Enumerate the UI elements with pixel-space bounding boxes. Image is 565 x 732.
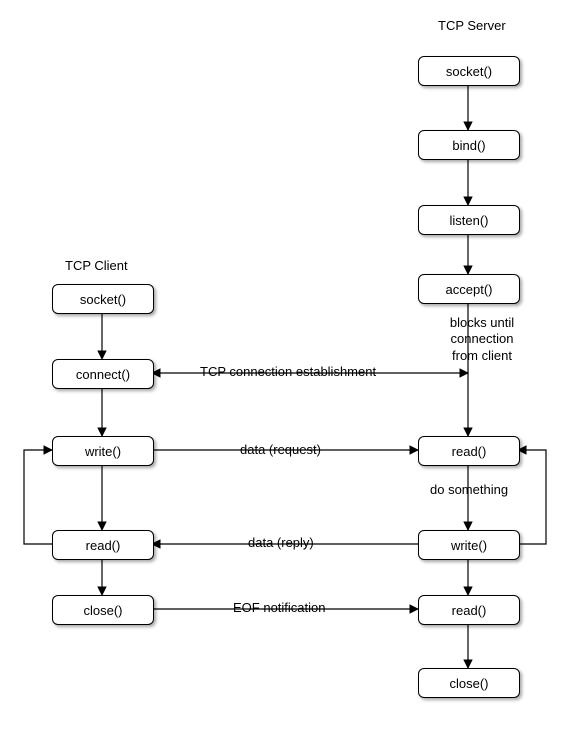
node-label: listen()	[449, 213, 488, 228]
node-s-read1: read()	[418, 436, 520, 466]
node-label: close()	[83, 603, 122, 618]
node-s-accept: accept()	[418, 274, 520, 304]
node-label: connect()	[76, 367, 130, 382]
server-heading: TCP Server	[438, 18, 506, 33]
node-c-write: write()	[52, 436, 154, 466]
node-c-read: read()	[52, 530, 154, 560]
node-label: read()	[86, 538, 121, 553]
node-s-close: close()	[418, 668, 520, 698]
label-request: data (request)	[240, 442, 321, 457]
label-do-something: do something	[430, 482, 508, 497]
node-label: read()	[452, 603, 487, 618]
label-blocks: blocks untilconnectionfrom client	[437, 315, 527, 364]
node-label: socket()	[446, 64, 492, 79]
node-c-socket: socket()	[52, 284, 154, 314]
node-s-socket: socket()	[418, 56, 520, 86]
node-c-close: close()	[52, 595, 154, 625]
node-s-read2: read()	[418, 595, 520, 625]
node-label: write()	[451, 538, 487, 553]
node-label: write()	[85, 444, 121, 459]
node-s-bind: bind()	[418, 130, 520, 160]
node-c-connect: connect()	[52, 359, 154, 389]
node-label: socket()	[80, 292, 126, 307]
client-heading: TCP Client	[65, 258, 128, 273]
label-establish: TCP connection establishment	[200, 364, 376, 379]
label-eof: EOF notification	[233, 600, 326, 615]
label-reply: data (reply)	[248, 535, 314, 550]
node-s-write: write()	[418, 530, 520, 560]
node-s-listen: listen()	[418, 205, 520, 235]
node-label: close()	[449, 676, 488, 691]
flowchart: TCP Client TCP Server socket() connect()…	[0, 0, 565, 732]
node-label: read()	[452, 444, 487, 459]
node-label: bind()	[452, 138, 485, 153]
node-label: accept()	[446, 282, 493, 297]
